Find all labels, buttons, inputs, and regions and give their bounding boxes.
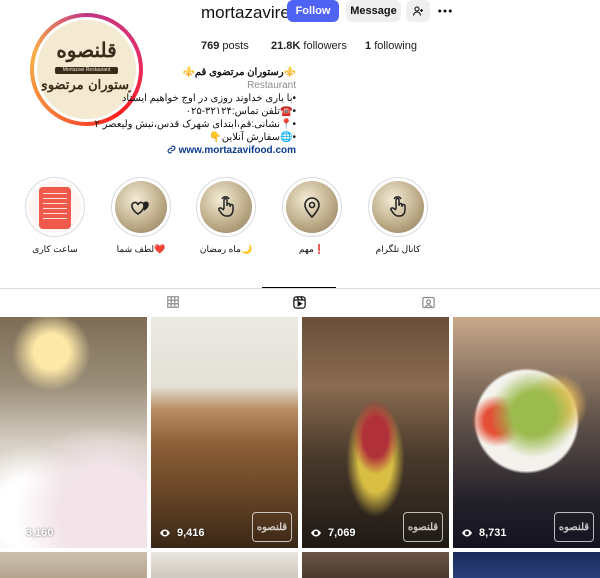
highlight-thanks[interactable]: لطف شما❤️ — [110, 177, 172, 255]
follow-button[interactable]: Follow — [287, 0, 339, 22]
highlight-ring — [368, 177, 428, 237]
profile-bio: ⚜️رستوران مرتضوی قم⚜️ Restaurant •با یار… — [0, 66, 296, 157]
reels-icon — [293, 296, 306, 309]
logo-top-text: قلنصوه — [56, 38, 117, 62]
bio-line-2: •☎️تلفن تماس:۳۲۱۲۴-۰۲۵ — [185, 106, 296, 117]
active-tab-indicator — [262, 287, 336, 288]
post-thumbnail[interactable] — [302, 552, 449, 578]
link-icon — [167, 145, 176, 154]
following-stat[interactable]: 1 following — [365, 40, 417, 52]
bio-line-4: •🌐سفارش آنلاین👇 — [209, 132, 296, 143]
view-count: 9,416 — [159, 527, 205, 539]
restaurant-watermark: قلنصوه — [403, 512, 443, 542]
tap-hand-icon — [218, 196, 234, 217]
eye-icon — [311, 529, 321, 537]
view-count: 3,160 — [8, 527, 54, 539]
post-thumbnail[interactable] — [0, 552, 147, 578]
highlight-important[interactable]: مهم❗ — [281, 177, 343, 255]
highlight-cover — [372, 181, 424, 233]
following-label: following — [374, 40, 417, 52]
view-count-value: 8,731 — [479, 527, 507, 539]
add-person-icon — [412, 6, 423, 16]
view-count: 8,731 — [461, 527, 507, 539]
menu-card-lines — [43, 193, 67, 223]
bio-line-3: •📍نشانی:قم،ابتدای شهرک قدس،نبش ولیعصر ۲ — [94, 119, 296, 130]
location-pin-icon — [304, 197, 320, 219]
tab-reels[interactable] — [292, 295, 308, 309]
highlight-label: کانال تلگرام — [375, 244, 421, 254]
highlight-hours[interactable]: ساعت کاری — [24, 177, 86, 255]
message-button[interactable]: Message — [346, 0, 401, 22]
post-thumbnail[interactable]: قلنصوه 8,731 — [453, 317, 600, 548]
bio-category: Restaurant — [247, 80, 296, 91]
bio-name: ⚜️رستوران مرتضوی قم⚜️ — [182, 67, 296, 78]
posts-stat: 769 posts — [201, 40, 249, 52]
more-dots-icon — [438, 9, 452, 13]
eye-icon — [9, 529, 19, 537]
highlight-ramadan[interactable]: ماه رمضان🌙 — [195, 177, 257, 255]
post-thumbnail[interactable]: قلنصوه 7,069 — [302, 317, 449, 548]
bio-website-link[interactable]: www.mortazavifood.com — [0, 144, 296, 157]
suggest-users-button[interactable] — [406, 0, 430, 22]
restaurant-watermark: قلنصوه — [554, 512, 594, 542]
view-count-value: 9,416 — [177, 527, 205, 539]
followers-count: 21.8K — [271, 40, 301, 52]
highlight-cover — [115, 181, 167, 233]
tap-hand-icon — [390, 196, 406, 217]
highlight-ring — [25, 177, 85, 237]
following-count: 1 — [365, 40, 372, 52]
highlight-label: ساعت کاری — [32, 244, 78, 254]
view-count-value: 7,069 — [328, 527, 356, 539]
post-thumbnail[interactable]: قلنصوه 9,416 — [151, 317, 298, 548]
post-thumbnail[interactable] — [151, 552, 298, 578]
menu-card-icon — [29, 181, 81, 233]
highlight-telegram[interactable]: کانال تلگرام — [367, 177, 429, 255]
bio-line-1: •با یاری خداوند روزی در اوج خواهیم ایستا… — [121, 93, 296, 104]
followers-stat[interactable]: 21.8K followers — [271, 40, 347, 52]
posts-count: 769 — [201, 40, 220, 52]
highlight-ring — [282, 177, 342, 237]
profile-username: mortazavires — [201, 3, 299, 22]
eye-icon — [462, 529, 472, 537]
hearts-icon — [131, 201, 149, 215]
posts-grid-icon — [167, 296, 179, 308]
tagged-icon — [422, 296, 435, 309]
view-count: 7,069 — [310, 527, 356, 539]
post-thumbnail[interactable]: 3,160 — [0, 317, 147, 548]
highlight-cover — [200, 181, 252, 233]
highlight-label: لطف شما❤️ — [116, 244, 166, 254]
tab-posts[interactable] — [166, 295, 182, 309]
tabs-divider — [0, 288, 600, 289]
tab-tagged[interactable] — [421, 295, 437, 309]
highlight-ring — [111, 177, 171, 237]
post-thumbnail[interactable] — [453, 552, 600, 578]
highlight-label: مهم❗ — [298, 244, 326, 254]
highlight-ring — [196, 177, 256, 237]
highlight-cover — [286, 181, 338, 233]
bio-website-text: www.mortazavifood.com — [178, 145, 296, 156]
eye-icon — [160, 529, 170, 537]
restaurant-watermark: قلنصوه — [252, 512, 292, 542]
highlight-label: ماه رمضان🌙 — [199, 244, 253, 254]
more-options-button[interactable] — [436, 2, 454, 20]
posts-label: posts — [222, 40, 249, 52]
view-count-value: 3,160 — [26, 527, 54, 539]
followers-label: followers — [303, 40, 347, 52]
